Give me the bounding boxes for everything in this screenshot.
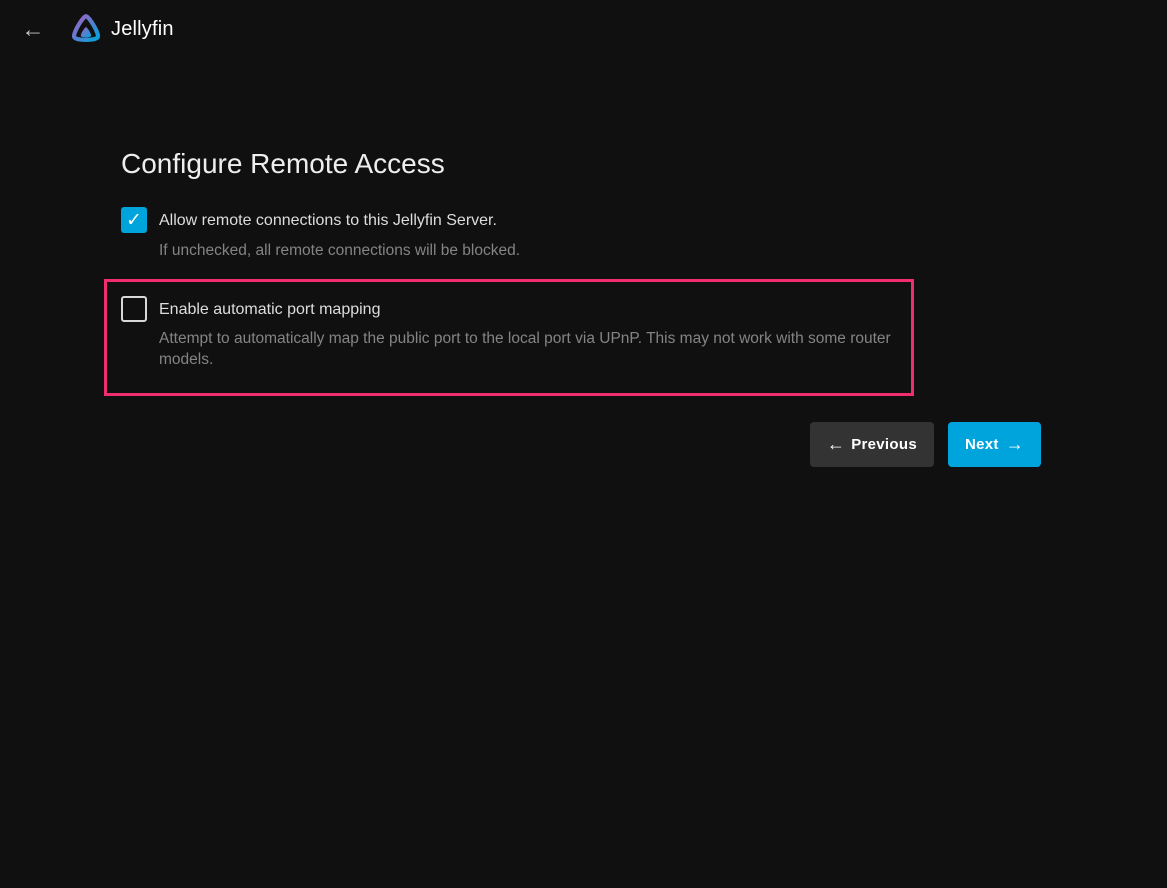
check-icon: ✓: [121, 207, 147, 233]
previous-arrow-icon: ←: [827, 434, 845, 455]
brand: Jellyfin: [70, 13, 174, 45]
wizard-buttons: ← Previous Next →: [121, 422, 1046, 467]
wizard-content: Configure Remote Access ✓ Allow remote c…: [121, 148, 1046, 467]
app-title: Jellyfin: [111, 18, 174, 41]
remote-connections-checkbox[interactable]: ✓: [121, 207, 147, 233]
port-mapping-checkbox[interactable]: [121, 296, 147, 322]
port-mapping-highlight-box: Enable automatic port mapping Attempt to…: [104, 279, 914, 396]
next-button-label: Next: [965, 436, 999, 453]
port-mapping-description: Attempt to automatically map the public …: [159, 329, 897, 371]
back-arrow-icon: ←: [22, 16, 45, 43]
next-button[interactable]: Next →: [948, 422, 1041, 467]
next-arrow-icon: →: [1006, 434, 1024, 455]
remote-connections-texts: Allow remote connections to this Jellyfi…: [159, 207, 520, 262]
previous-button[interactable]: ← Previous: [810, 422, 934, 467]
port-mapping-label[interactable]: Enable automatic port mapping: [159, 299, 897, 321]
page-title: Configure Remote Access: [121, 148, 1046, 180]
back-button[interactable]: ←: [14, 10, 52, 48]
remote-connections-description: If unchecked, all remote connections wil…: [159, 241, 520, 262]
jellyfin-logo-icon: [70, 13, 102, 45]
remote-connections-option: ✓ Allow remote connections to this Jelly…: [121, 207, 1046, 262]
previous-button-label: Previous: [851, 436, 917, 453]
port-mapping-texts: Enable automatic port mapping Attempt to…: [159, 296, 897, 371]
remote-connections-label[interactable]: Allow remote connections to this Jellyfi…: [159, 210, 520, 232]
app-header: ← Jellyfin: [0, 0, 1167, 58]
port-mapping-option: Enable automatic port mapping Attempt to…: [121, 296, 897, 371]
